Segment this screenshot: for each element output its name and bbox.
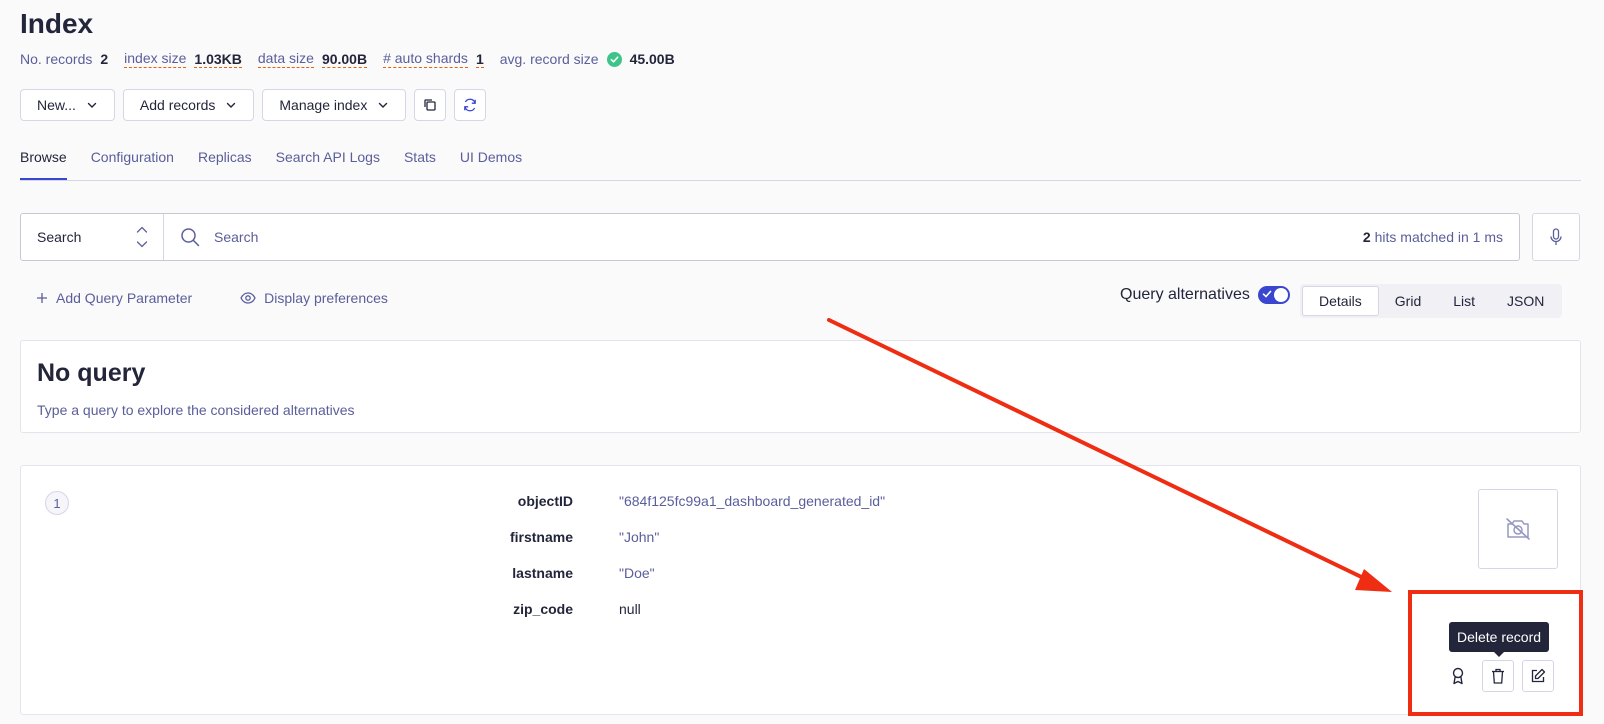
stat-records-value: 2 — [100, 51, 109, 67]
tab-search-api-logs[interactable]: Search API Logs — [276, 140, 380, 180]
stat-data-size-value: 90.00B — [321, 50, 368, 68]
view-switcher: Details Grid List JSON — [1300, 284, 1563, 318]
view-json[interactable]: JSON — [1491, 286, 1560, 316]
tab-configuration[interactable]: Configuration — [91, 140, 174, 180]
add-query-parameter-button[interactable]: Add Query Parameter — [36, 290, 192, 306]
refresh-button[interactable] — [454, 89, 487, 121]
award-icon — [1452, 667, 1464, 685]
search-input-wrapper: 2 hits matched in 1 ms — [164, 214, 1519, 260]
tab-browse[interactable]: Browse — [20, 140, 67, 180]
view-grid[interactable]: Grid — [1379, 286, 1437, 316]
add-records-label: Add records — [139, 97, 216, 113]
plus-icon — [37, 293, 47, 303]
toggle-knob — [1273, 288, 1288, 302]
chevron-down-icon — [87, 102, 97, 108]
index-stats: No. records 2 index size 1.03KB data siz… — [20, 50, 691, 68]
microphone-icon — [1550, 228, 1562, 245]
stat-avg-record: avg. record size 45.00B — [500, 51, 675, 68]
delete-record-tooltip: Delete record — [1449, 622, 1550, 657]
eye-icon — [240, 292, 256, 304]
new-button-label: New... — [37, 97, 76, 113]
search-mode-select[interactable]: Search — [21, 214, 164, 260]
view-details[interactable]: Details — [1302, 286, 1379, 316]
stat-index-size-value: 1.03KB — [194, 50, 242, 68]
search-input[interactable] — [214, 229, 1363, 245]
stat-index-size-label: index size — [124, 50, 187, 68]
chevron-updown-icon — [136, 226, 148, 248]
attribute-value: "684f125fc99a1_dashboard_generated_id" — [619, 493, 886, 509]
attribute-key: firstname — [509, 529, 573, 545]
stat-avg-record-value: 45.00B — [629, 51, 675, 67]
page-title: Index — [20, 8, 94, 39]
query-alternatives-label: Query alternatives — [1120, 286, 1250, 303]
index-tabs: Browse Configuration Replicas Search API… — [20, 140, 1581, 181]
record-card: 1 objectID "684f125fc99a1_dashboard_gene… — [20, 465, 1581, 715]
no-query-title: No query — [37, 359, 146, 387]
record-actions — [1442, 660, 1554, 692]
voice-search-button[interactable] — [1532, 213, 1580, 261]
actions-row: Add Query Parameter Display preferences — [36, 290, 436, 306]
attribute-row: lastname "Doe" — [21, 565, 655, 581]
attribute-value: null — [619, 601, 641, 617]
delete-record-button[interactable] — [1482, 660, 1514, 692]
stat-auto-shards: # auto shards 1 — [383, 50, 484, 68]
query-alternatives: Query alternatives — [1120, 286, 1290, 304]
tab-replicas[interactable]: Replicas — [198, 140, 252, 180]
chevron-down-icon — [379, 102, 388, 108]
view-list[interactable]: List — [1437, 286, 1491, 316]
tab-stats[interactable]: Stats — [404, 140, 436, 180]
stat-data-size: data size 90.00B — [257, 50, 368, 68]
attribute-row: objectID "684f125fc99a1_dashboard_genera… — [21, 493, 885, 509]
stat-index-size: index size 1.03KB — [124, 50, 242, 68]
toolbar: New... Add records Manage index — [20, 89, 487, 121]
stat-data-size-label: data size — [257, 50, 314, 68]
tab-ui-demos[interactable]: UI Demos — [460, 140, 522, 180]
copy-index-button[interactable] — [414, 89, 447, 121]
edit-icon — [1531, 668, 1546, 683]
chevron-down-icon — [227, 102, 236, 108]
attribute-row: firstname "John" — [21, 529, 659, 545]
search-icon — [181, 228, 200, 247]
display-preferences-label: Display preferences — [264, 290, 388, 306]
manage-index-button[interactable]: Manage index — [262, 89, 407, 121]
hits-count: 2 — [1362, 229, 1371, 245]
add-records-button[interactable]: Add records — [122, 89, 255, 121]
stat-records: No. records 2 — [20, 51, 108, 68]
stat-avg-record-label: avg. record size — [499, 50, 599, 67]
attribute-key: objectID — [517, 493, 573, 509]
check-circle-icon — [606, 51, 622, 67]
refresh-icon — [464, 98, 477, 112]
stat-auto-shards-value: 1 — [475, 50, 484, 68]
add-query-parameter-label: Add Query Parameter — [56, 290, 193, 306]
record-image-placeholder — [1478, 489, 1558, 569]
no-query-panel: No query Type a query to explore the con… — [20, 340, 1581, 433]
stat-auto-shards-label: # auto shards — [383, 50, 468, 68]
display-preferences-button[interactable]: Display preferences — [240, 290, 388, 306]
edit-record-button[interactable] — [1522, 660, 1554, 692]
attribute-value: "Doe" — [619, 565, 655, 581]
manage-index-label: Manage index — [279, 97, 368, 113]
promote-record-button[interactable] — [1442, 660, 1474, 692]
check-icon — [1262, 290, 1272, 298]
new-button[interactable]: New... — [20, 89, 115, 121]
trash-icon — [1492, 668, 1504, 684]
search-mode-label: Search — [37, 229, 82, 245]
attribute-value: "John" — [619, 529, 660, 545]
copy-icon — [424, 99, 436, 111]
attribute-row: zip_code null — [21, 601, 641, 617]
attribute-key: zip_code — [513, 601, 573, 617]
stat-records-label: No. records — [20, 50, 93, 67]
no-query-subtitle: Type a query to explore the considered a… — [37, 402, 355, 418]
attribute-key: lastname — [512, 565, 573, 581]
camera-off-icon — [1506, 518, 1530, 540]
hits-summary: 2 hits matched in 1 ms — [1363, 229, 1503, 245]
hits-text: hits matched in 1 ms — [1370, 229, 1503, 245]
search-bar: Search 2 hits matched in 1 ms — [20, 213, 1520, 261]
query-alternatives-toggle[interactable] — [1257, 286, 1290, 304]
